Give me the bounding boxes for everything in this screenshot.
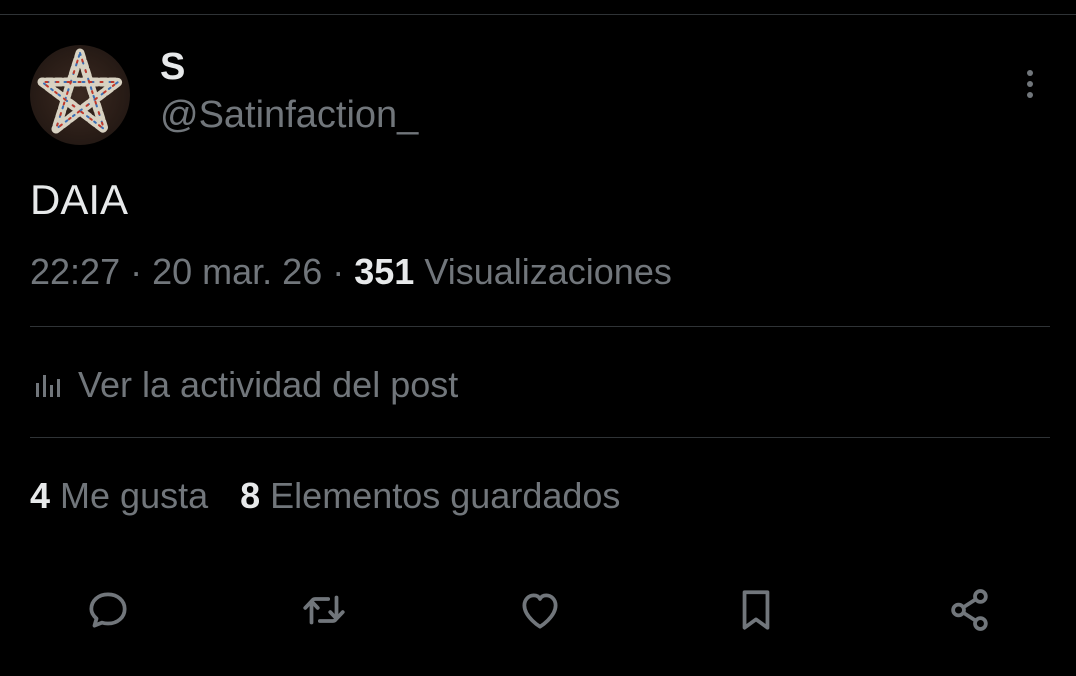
reply-button[interactable] bbox=[80, 582, 136, 638]
post-detail-view: S @Satinfaction_ DAIA 22:27 · 20 mar. 26… bbox=[0, 0, 1076, 676]
reply-icon bbox=[89, 592, 127, 628]
repost-icon bbox=[303, 595, 345, 625]
author-handle[interactable]: @Satinfaction_ bbox=[160, 90, 418, 140]
avatar[interactable] bbox=[30, 45, 130, 145]
likes-label: Me gusta bbox=[60, 475, 209, 516]
top-divider bbox=[0, 14, 1076, 15]
author-display-name[interactable]: S bbox=[160, 42, 185, 92]
share-icon bbox=[951, 589, 988, 631]
more-dot-icon bbox=[1027, 92, 1033, 98]
action-bar bbox=[0, 582, 1076, 638]
view-post-activity-link[interactable]: Ver la actividad del post bbox=[32, 360, 458, 410]
more-dot-icon bbox=[1027, 81, 1033, 87]
bookmark-icon bbox=[742, 590, 770, 630]
more-options-button[interactable] bbox=[1012, 64, 1048, 104]
meta-separator: · bbox=[130, 251, 143, 292]
post-meta: 22:27 · 20 mar. 26 · 351 Visualizaciones bbox=[30, 248, 672, 296]
pentagram-avatar-icon bbox=[37, 48, 123, 134]
activity-label: Ver la actividad del post bbox=[78, 364, 459, 405]
likes-count: 4 bbox=[30, 475, 51, 516]
bookmarks-stat[interactable]: 8 Elementos guardados bbox=[240, 472, 620, 520]
analytics-bar-icon bbox=[36, 375, 60, 397]
repost-button[interactable] bbox=[296, 582, 352, 638]
post-date[interactable]: 20 mar. 26 bbox=[152, 251, 322, 292]
post-stats: 4 Me gusta 8 Elementos guardados bbox=[30, 472, 620, 520]
likes-stat[interactable]: 4 Me gusta bbox=[30, 472, 208, 520]
post-text: DAIA bbox=[30, 176, 129, 223]
views-count: 351 bbox=[354, 251, 415, 292]
bookmarks-label: Elementos guardados bbox=[270, 475, 621, 516]
share-button[interactable] bbox=[942, 582, 998, 638]
like-icon bbox=[522, 593, 558, 629]
divider bbox=[30, 437, 1050, 438]
views-label: Visualizaciones bbox=[424, 251, 672, 292]
divider bbox=[30, 326, 1050, 327]
post-time[interactable]: 22:27 bbox=[30, 251, 120, 292]
like-button[interactable] bbox=[512, 582, 568, 638]
bookmarks-count: 8 bbox=[240, 475, 261, 516]
bookmark-button[interactable] bbox=[728, 582, 784, 638]
more-dot-icon bbox=[1027, 70, 1033, 76]
meta-separator: · bbox=[332, 251, 345, 292]
